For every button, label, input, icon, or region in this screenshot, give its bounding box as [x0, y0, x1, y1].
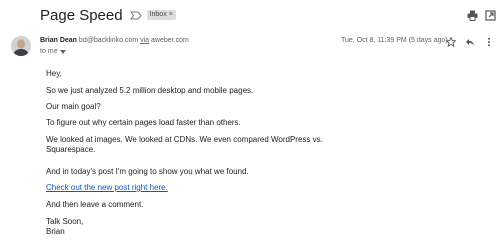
post-link[interactable]: Check out the new post right here. [46, 183, 168, 192]
body-paragraph-4-line-2: Squarespace. [46, 145, 96, 154]
sender-line: Brian Dean bd@backlinko.com via aweber.c… [40, 37, 189, 44]
body-signature: Brian [46, 227, 65, 236]
remove-label-button[interactable]: × [169, 11, 173, 19]
body-paragraph-6: And then leave a comment. [46, 200, 144, 209]
subject-row: Page Speed Inbox × [40, 6, 176, 24]
inbox-label-chip[interactable]: Inbox × [146, 10, 176, 20]
via-domain: aweber.com [151, 37, 189, 44]
body-signoff: Talk Soon, [46, 217, 84, 226]
label-important-icon[interactable] [129, 11, 142, 20]
inbox-label-text: Inbox [149, 11, 167, 18]
star-icon[interactable] [446, 37, 456, 47]
body-paragraph-5: And in today's post I'm going to show yo… [46, 167, 249, 176]
open-in-new-window-icon[interactable] [485, 10, 496, 21]
body-paragraph-2: Our main goal? [46, 102, 101, 111]
sender-email: bd@backlinko.com [78, 37, 139, 44]
email-date: Tue, Oct 8, 11:39 PM (5 days ago) [341, 37, 448, 44]
body-greeting: Hey, [46, 69, 62, 78]
body-paragraph-1: So we just analyzed 5.2 million desktop … [46, 86, 254, 95]
via-text[interactable]: via [140, 37, 149, 44]
arrow-drop-down-icon[interactable] [59, 49, 66, 54]
sender-name[interactable]: Brian Dean [40, 37, 77, 44]
recipient-text: to me [40, 48, 58, 55]
print-icon[interactable] [467, 10, 478, 21]
body-paragraph-3: To figure out why certain pages load fas… [46, 118, 241, 127]
reply-icon[interactable] [465, 37, 475, 47]
email-view: Page Speed Inbox × Brian Dean bd@backlin… [0, 0, 500, 244]
email-subject: Page Speed [40, 6, 123, 24]
avatar-photo [11, 36, 31, 56]
body-paragraph-4-line-1: We looked at images. We looked at CDNs. … [46, 135, 323, 144]
more-vertical-icon[interactable] [484, 37, 494, 47]
sender-avatar[interactable] [11, 36, 31, 56]
recipient-line: to me [40, 48, 66, 55]
